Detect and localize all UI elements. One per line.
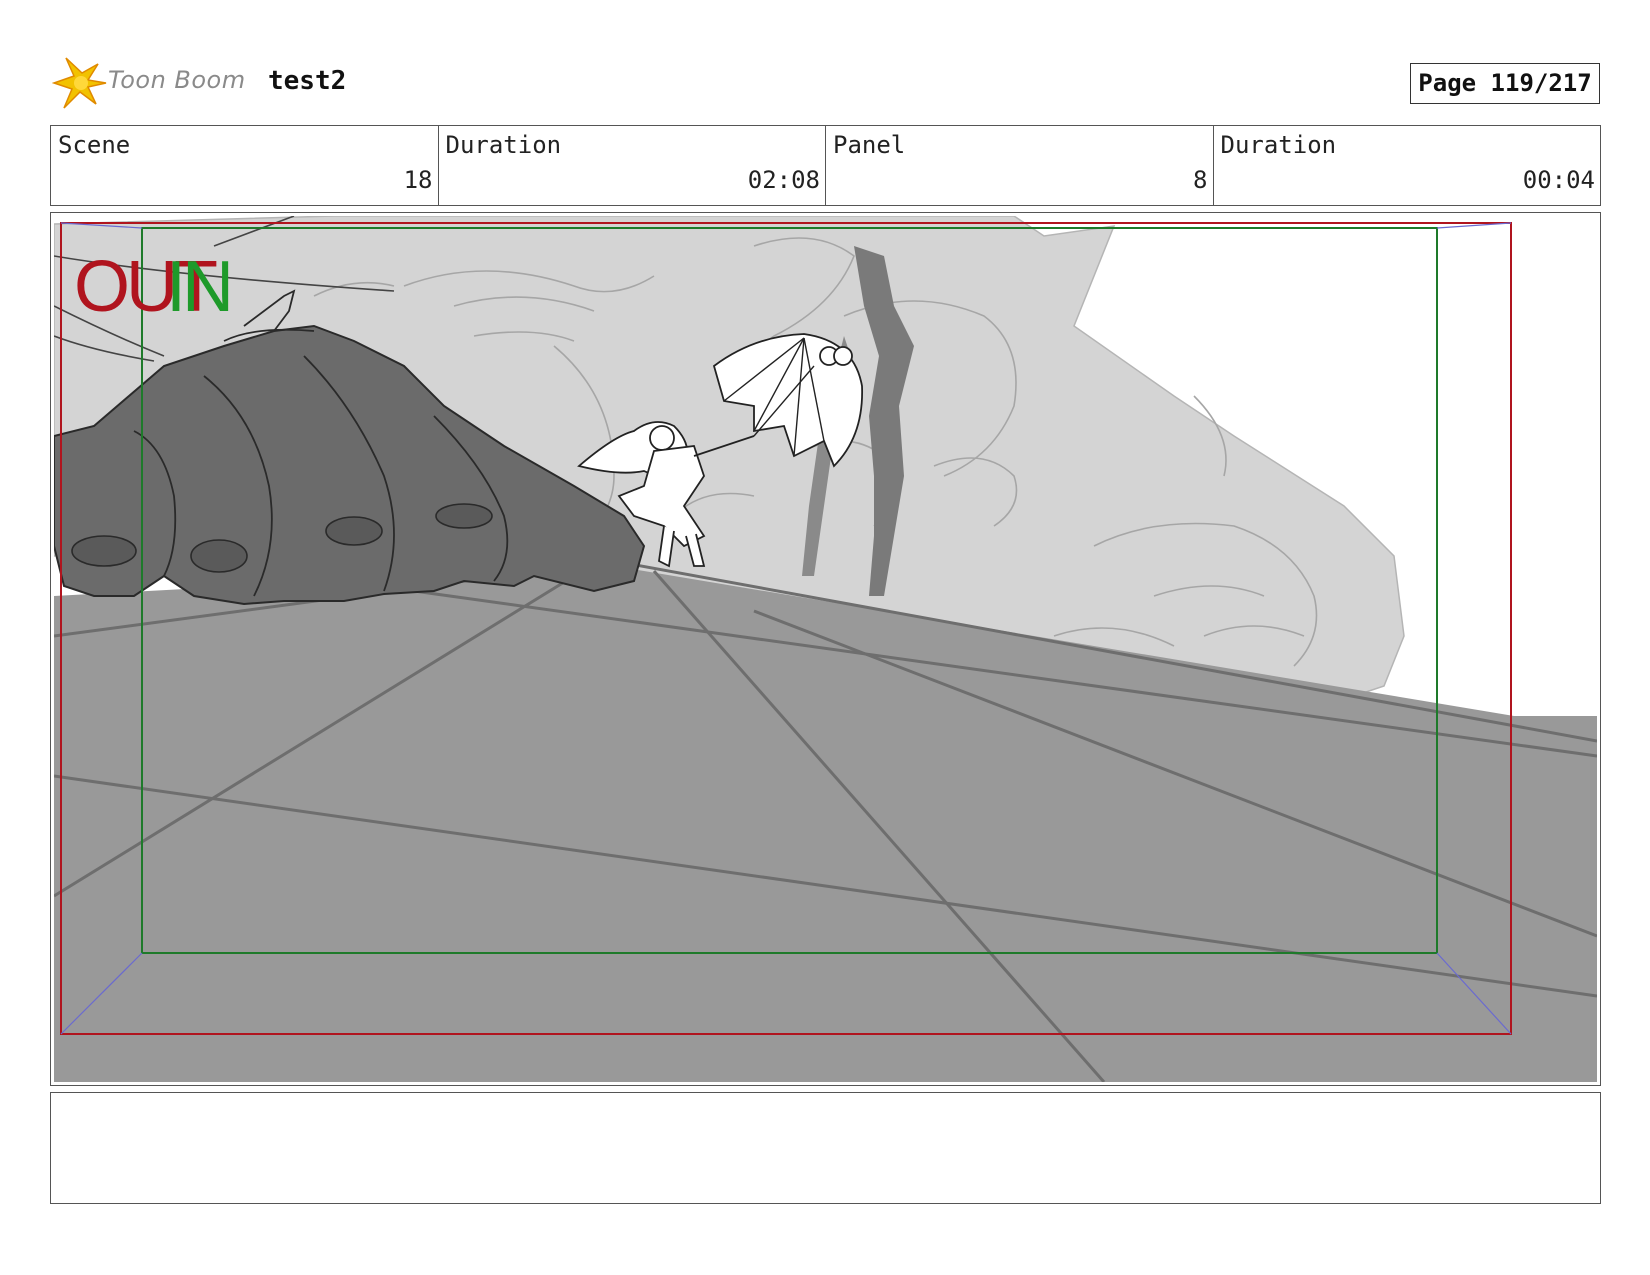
toon-boom-logo: Toon Boom — [51, 56, 252, 110]
scene-label: Scene — [58, 131, 131, 159]
panel-duration-label: Duration — [1220, 131, 1337, 159]
panel-duration-value: 00:04 — [1522, 166, 1595, 194]
scene-info-table: Scene 18 Duration 02:08 Panel 8 Duration… — [50, 125, 1601, 206]
storyboard-panel: OUT IN — [50, 212, 1601, 1086]
starburst-icon — [51, 57, 107, 109]
project-title: test2 — [268, 66, 347, 96]
in-frame-label: IN — [166, 247, 230, 327]
panel-notes[interactable] — [50, 1092, 1601, 1204]
logo-text: Toon Boom — [108, 66, 246, 94]
scene-value: 18 — [403, 166, 433, 194]
panel-value: 8 — [1193, 166, 1208, 194]
scene-duration-value: 02:08 — [747, 166, 820, 194]
scene-cell: Scene 18 — [51, 126, 439, 205]
panel-cell: Panel 8 — [826, 126, 1214, 205]
scene-duration-cell: Duration 02:08 — [439, 126, 826, 205]
panel-drawing: OUT IN — [54, 216, 1597, 1082]
panel-duration-cell: Duration 00:04 — [1214, 126, 1601, 205]
page-number: Page 119/217 — [1410, 63, 1600, 104]
scene-duration-label: Duration — [445, 131, 562, 159]
panel-label: Panel — [833, 131, 906, 159]
